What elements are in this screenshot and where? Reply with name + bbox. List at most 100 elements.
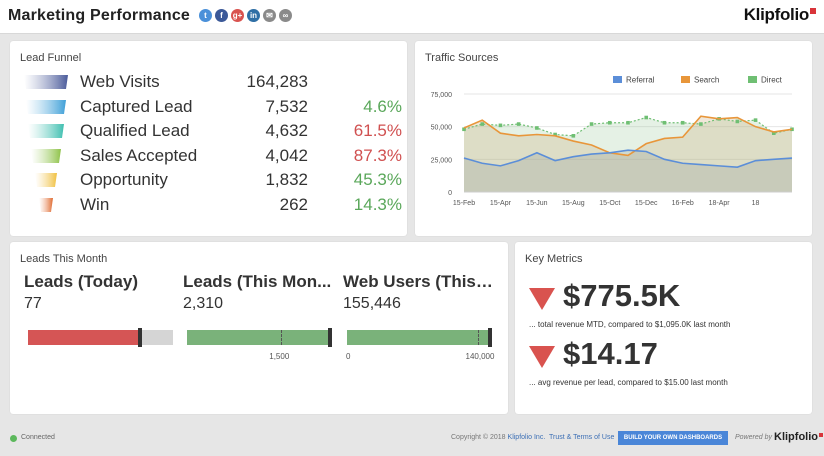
funnel-stage-value: 7,532 [265,96,308,116]
down-arrow-icon [529,288,555,310]
link-icon[interactable]: ∞ [279,9,292,22]
chart-x-tick-label: 15-Jun [526,200,548,207]
kpi-bar-track [347,328,492,347]
funnel-stage-icon [24,75,68,89]
logo-mark-icon [819,433,823,437]
chart-x-tick-label: 15-Dec [635,200,658,207]
chart-x-tick-label: 15-Feb [453,200,475,207]
funnel-stage-percent: 45.3% [353,170,402,190]
chart-point-direct [662,120,667,125]
chart-point-direct [607,120,612,125]
chart-point-direct [480,122,485,126]
kpi-bar-fill [28,330,139,345]
funnel-stage-name: Qualified Lead [80,121,190,141]
chart-x-tick-label: 15-Apr [490,200,512,207]
kpi-bar-marker [328,328,332,347]
connected-status-icon [10,435,17,442]
chart-y-tick-label: 25,000 [431,157,453,164]
kpi-name: Web Users (This ... [343,272,493,291]
funnel-stage-value: 1,832 [265,170,308,190]
chart-x-tick-label: 15-Oct [599,200,620,207]
social-share-icons: t f g+ in ✉ ∞ [199,9,292,22]
funnel-stage-name: Win [80,195,110,214]
kpi-value: 2,310 [183,295,224,312]
top-bar: Marketing Performance t f g+ in ✉ ∞ Klipfolio [0,0,824,34]
connected-status-text: Connected [21,434,55,441]
copyright-link[interactable]: Klipfolio Inc. [508,434,546,441]
funnel-stage-percent: 4.6% [363,96,402,116]
kpi-name: Leads (This Mon... [183,272,332,291]
chart-legend-label: Direct [761,76,783,85]
chart-point-direct [571,134,576,138]
lead-funnel-panel: Lead Funnel Web Visits 164,283 Captured Le… [10,41,407,236]
funnel-stage-icon [28,124,64,139]
kpi-text: Web Users (This ... 155,446 [343,272,493,313]
lead-funnel-title: Lead Funnel [20,52,82,64]
funnel-row: Captured Lead 7,532 4.6% [24,97,404,119]
chart-point-direct [735,119,740,124]
chart-x-tick-label: 18-Apr [709,200,731,207]
funnel-stage-percent: 87.3% [353,145,402,165]
key-metric-caption: ... total revenue MTD, compared to $1,09… [529,320,731,329]
funnel-stage-icon [35,173,57,188]
powered-by-text: Powered by [735,434,772,441]
kpi-bar-track [187,328,332,347]
chart-x-tick-label: 16-Feb [672,200,694,207]
powered-by-logo[interactable]: Klipfolio [774,431,823,443]
logo-mark-icon [810,8,816,14]
funnel-stage-icon [39,198,53,212]
chart-x-tick-label: 18 [752,200,760,207]
kpi-bar-marker [138,328,143,347]
facebook-icon[interactable]: f [215,9,228,22]
funnel-stage-percent: 61.5% [353,121,402,141]
kpi-text: Leads (This Mon... 2,310 [183,272,333,313]
kpi-bar-marker [488,328,492,347]
kpi-bar-target-tick [281,330,283,345]
funnel-stage-value: 164,283 [246,72,308,91]
kpi-name: Leads (Today) [24,272,138,291]
funnel-stage-value: 4,632 [265,121,308,141]
kpi-bar-fill [347,330,488,345]
twitter-icon[interactable]: t [199,9,212,22]
email-icon[interactable]: ✉ [263,9,276,22]
linkedin-icon[interactable]: in [247,9,260,22]
kpi-bar-track [28,328,173,347]
key-metrics-title: Key Metrics [525,253,583,265]
chart-y-tick-label: 0 [448,190,452,197]
logo-text: Klipfolio [743,5,810,24]
chart-point-direct [516,122,521,126]
copyright-prefix: Copyright © 2018 [451,434,508,441]
kpi-bar-zero-label: 0 [346,352,351,361]
kpi-bar-fill [187,330,328,345]
funnel-row: Opportunity 1,832 45.3% [24,170,404,192]
funnel-stage-name: Sales Accepted [80,145,198,165]
copyright-text: Copyright © 2018 Klipfolio Inc. [451,434,545,441]
down-arrow-icon [529,346,555,368]
powered-logo-text: Klipfolio [774,431,818,443]
chart-legend-swatch [613,76,622,83]
traffic-sources-panel: Traffic Sources 0 25,000 50,000 75,000 15-Fe… [415,41,812,236]
trust-terms-link[interactable]: Trust & Terms of Use [549,434,614,441]
kpi-bar-target-tick [477,330,479,345]
key-metric-value: $14.17 [563,336,658,371]
chart-legend-swatch [748,76,757,83]
chart-point-direct [644,115,649,120]
googleplus-icon[interactable]: g+ [231,9,244,22]
chart-x-tick-label: 15-Aug [562,200,585,207]
funnel-stage-value: 4,042 [265,145,308,165]
chart-point-direct [589,122,594,126]
kpi-value: 77 [24,295,42,312]
klipfolio-logo[interactable]: Klipfolio [744,5,816,25]
funnel-stage-icon [31,148,61,163]
funnel-row: Qualified Lead 4,632 61.5% [24,121,404,143]
leads-this-month-panel: Leads This Month Leads (Today) 77 Leads (T… [10,242,508,414]
funnel-stage-name: Captured Lead [80,96,193,116]
funnel-row: Web Visits 164,283 [24,72,404,94]
traffic-sources-chart: 0 25,000 50,000 75,000 15-Feb 15-Apr 15-Jun 15-… [431,76,794,207]
build-dashboards-button[interactable]: BUILD YOUR OWN DASHBOARDS [618,431,728,445]
key-metric-caption: ... avg revenue per lead, compared to $1… [529,378,728,387]
kpi-text: Leads (Today) 77 [24,272,174,313]
chart-point-direct [699,122,703,126]
chart-point-direct [535,126,539,130]
chart-point-direct [753,118,758,122]
